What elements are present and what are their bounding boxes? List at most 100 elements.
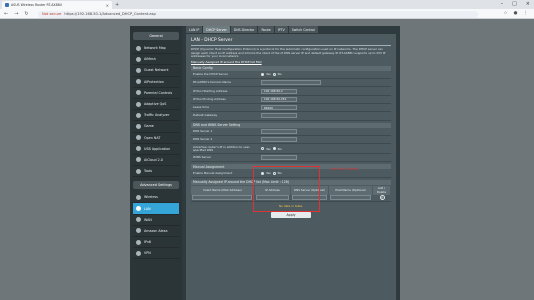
dns-annotation-box — [253, 166, 320, 212]
ipv6-icon — [136, 239, 141, 245]
not-secure-badge[interactable]: Not secure — [42, 12, 61, 16]
globe-icon — [136, 217, 141, 223]
browser-tab[interactable]: ASUS Wireless Router RT-AX88U × — [2, 1, 112, 9]
dns1-input[interactable] — [261, 128, 297, 134]
sidebar-item-vpn[interactable]: VPN — [133, 248, 179, 260]
star-icon[interactable]: ☆ — [504, 11, 508, 16]
sidebar-item-label: AiCloud 2.0 — [144, 157, 163, 162]
sidebar-item-guest-network[interactable]: Guest Network — [133, 65, 179, 77]
pool-end-row: IP Pool Ending Address 192.168.50.254 — [191, 96, 391, 104]
tab-dns-director[interactable]: DNS Director — [230, 26, 258, 33]
advertise-router-label: Advertise router's IP in addition to use… — [193, 144, 251, 152]
url-text[interactable]: https://192.168.50.1/Advanced_DHCP_Conte… — [64, 12, 155, 16]
client-mac-input[interactable] — [192, 195, 252, 201]
parental-controls-icon — [136, 90, 141, 96]
advertise-no-radio[interactable] — [272, 147, 276, 151]
enable-dhcp-yes-radio[interactable] — [261, 72, 264, 76]
sidebar-general-header: General — [133, 32, 179, 40]
qos-icon — [136, 101, 141, 107]
lease-time-input[interactable]: 86400 — [261, 105, 297, 111]
no-label: No — [277, 146, 282, 151]
nav-buttons: ← → ↻ — [4, 11, 29, 17]
sidebar-item-game[interactable]: Game — [133, 121, 179, 133]
address-bar-row: ← → ↻ Not secure https://192.168.50.1/Ad… — [0, 9, 534, 19]
url-bar[interactable]: Not secure https://192.168.50.1/Advanced… — [38, 10, 478, 18]
sidebar-item-wireless[interactable]: Wireless — [133, 192, 179, 204]
sidebar-item-traffic-analyzer[interactable]: Traffic Analyzer — [133, 110, 179, 122]
sidebar-item-ipv6[interactable]: IPv6 — [133, 237, 179, 249]
lease-time-label: Lease time — [193, 105, 209, 110]
yes-label: Yes — [266, 146, 271, 151]
default-gateway-row: Default Gateway — [191, 112, 391, 121]
enable-dhcp-no-radio[interactable] — [272, 72, 276, 76]
pool-end-input[interactable]: 192.168.50.254 — [261, 96, 297, 102]
sidebar-item-wan[interactable]: WAN — [133, 215, 179, 226]
manual-assign-faq-link[interactable]: Manually Assigned IP around the DHCP lis… — [191, 60, 391, 64]
sidebar-item-lan[interactable]: LAN — [133, 203, 179, 215]
default-gateway-input[interactable] — [261, 113, 297, 119]
sidebar-item-tools[interactable]: Tools — [133, 166, 179, 178]
apply-button[interactable]: Apply — [271, 211, 311, 218]
guest-network-icon — [136, 67, 141, 73]
vpn-icon — [136, 250, 141, 256]
tab-dhcp-server[interactable]: DHCP Server — [203, 26, 230, 33]
pool-start-input[interactable]: 192.168.50.2 — [261, 88, 297, 94]
dns-annotation-text: Use this instead — [330, 167, 359, 171]
domain-label: RT-AX88U's Domain Name — [193, 80, 231, 85]
tab-switch-control[interactable]: Switch Control — [288, 26, 318, 33]
domain-input[interactable] — [261, 80, 321, 86]
sidebar-item-label: AiMesh — [144, 57, 156, 62]
browser-tab-bar: ASUS Wireless Router RT-AX88U × + – □ × — [0, 0, 534, 9]
browser-toolbar-icons: ☆ ● ⋮ — [504, 11, 528, 16]
profile-icon[interactable]: ● — [514, 11, 518, 16]
back-icon[interactable]: ← — [4, 11, 8, 17]
sidebar-item-label: VPN — [144, 251, 151, 256]
lan-icon — [136, 206, 141, 212]
minimize-icon[interactable]: – — [501, 1, 504, 7]
menu-icon[interactable]: ⋮ — [524, 11, 529, 16]
sidebar-item-aicloud[interactable]: AiCloud 2.0 — [133, 155, 179, 167]
title-divider — [191, 45, 391, 46]
sidebar-item-label: USB Application — [144, 146, 171, 151]
sidebar-item-label: Open NAT — [144, 135, 161, 140]
sidebar-item-aimesh[interactable]: AiMesh — [133, 54, 179, 66]
col-client-name: Client Name (MAC Address) — [191, 185, 255, 195]
lease-time-row: Lease time 86400 — [191, 104, 391, 113]
sidebar-item-parental-controls[interactable]: Parental Controls — [133, 88, 179, 99]
sidebar-item-open-nat[interactable]: Open NAT — [133, 133, 179, 144]
host-name-input[interactable] — [330, 195, 371, 201]
tab-title: ASUS Wireless Router RT-AX88U — [11, 3, 62, 7]
close-window-icon[interactable]: × — [526, 1, 530, 7]
forward-icon[interactable]: → — [14, 11, 18, 17]
tab-route[interactable]: Route — [258, 26, 274, 33]
default-gateway-label: Default Gateway — [193, 113, 218, 118]
settings-tabs: LAN IP DHCP Server DNS Director Route IP… — [186, 26, 396, 33]
reload-icon[interactable]: ↻ — [24, 11, 28, 17]
sidebar-item-label: Parental Controls — [144, 90, 173, 95]
sidebar-item-usb-application[interactable]: USB Application — [133, 144, 179, 155]
col-host-name: Host Name (Optional) — [329, 185, 373, 195]
sidebar-item-label: Amazon Alexa — [144, 228, 168, 233]
advertise-yes-radio[interactable] — [261, 147, 264, 151]
close-tab-icon[interactable]: × — [106, 3, 109, 8]
sidebar-item-amazon-alexa[interactable]: Amazon Alexa — [133, 226, 179, 237]
window-controls: – □ × — [501, 1, 530, 7]
sidebar-item-label: Guest Network — [144, 68, 169, 73]
sidebar-item-aiprotection[interactable]: AiProtection — [133, 77, 179, 88]
advertise-router-row: Advertise router's IP in addition to use… — [191, 144, 391, 155]
wins-input[interactable] — [261, 155, 297, 161]
new-tab-icon[interactable]: + — [115, 2, 119, 8]
tab-lan-ip[interactable]: LAN IP — [186, 26, 203, 33]
add-entry-icon[interactable]: + — [379, 195, 385, 201]
favicon-icon — [5, 3, 9, 7]
enable-manual-label: Enable Manual Assignment — [193, 170, 233, 175]
page-title: LAN - DHCP Server — [191, 38, 233, 43]
open-nat-icon — [136, 135, 141, 141]
dns2-input[interactable] — [261, 137, 297, 142]
yes-label: Yes — [266, 72, 271, 77]
sidebar-item-adaptive-qos[interactable]: Adaptive QoS — [133, 99, 179, 111]
tab-iptv[interactable]: IPTV — [274, 26, 288, 33]
maximize-icon[interactable]: □ — [512, 1, 517, 7]
usb-icon — [136, 146, 141, 152]
sidebar-item-network-map[interactable]: Network Map — [133, 43, 179, 55]
